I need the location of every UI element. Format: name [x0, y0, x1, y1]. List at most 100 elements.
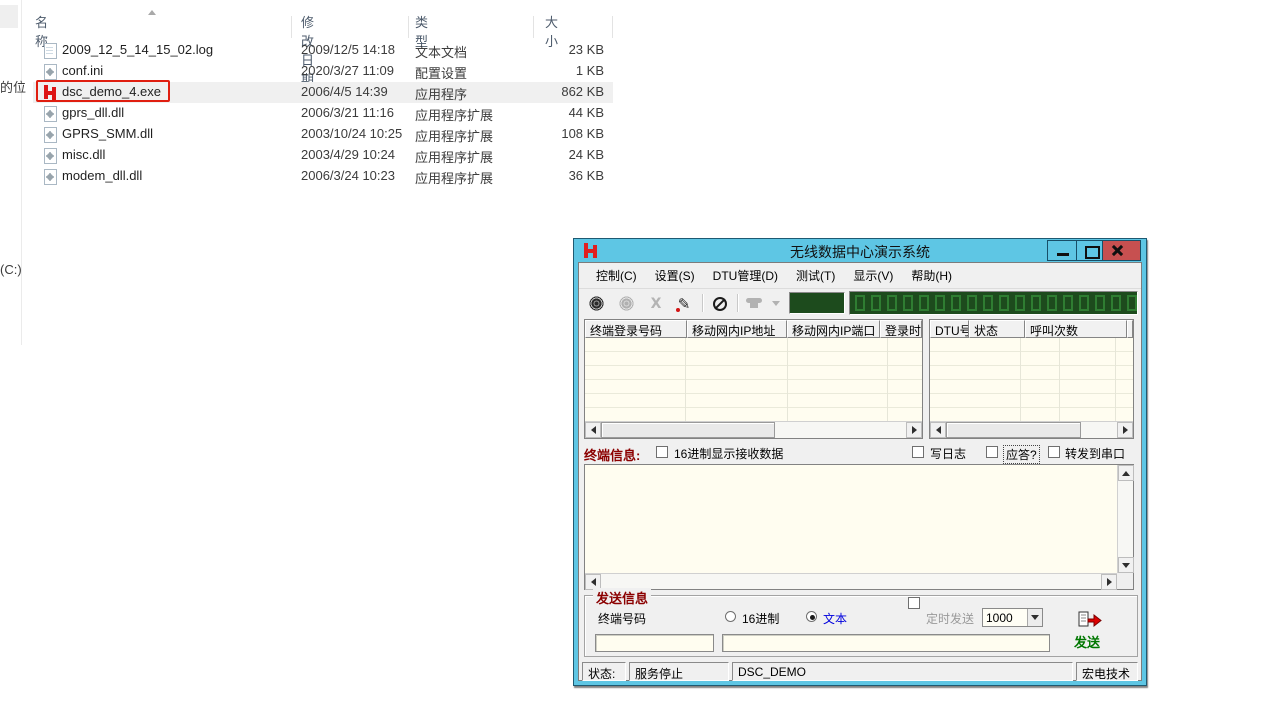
- menu-item[interactable]: DTU管理(D): [704, 264, 787, 287]
- file-type: 应用程序扩展: [415, 147, 493, 166]
- led-digit-cell: [951, 295, 961, 311]
- column-separator[interactable]: [533, 16, 534, 38]
- timed-send-label: 定时发送: [926, 610, 974, 627]
- table-column-header[interactable]: [1127, 320, 1133, 338]
- file-name[interactable]: modem_dll.dll: [62, 168, 142, 183]
- terminal-output-area: [584, 464, 1134, 590]
- file-name[interactable]: gprs_dll.dll: [62, 105, 124, 120]
- vertical-scrollbar[interactable]: [1117, 465, 1133, 573]
- scroll-right-button[interactable]: [1101, 574, 1117, 590]
- scroll-right-button[interactable]: [1117, 422, 1133, 438]
- led-digit-cell: [1015, 295, 1025, 311]
- send-button-label[interactable]: 发送: [1074, 632, 1100, 651]
- column-separator[interactable]: [291, 16, 292, 38]
- table-column-header[interactable]: DTU号码: [930, 320, 969, 338]
- file-row[interactable]: conf.ini 2020/3/27 11:09 配置设置 1 KB: [33, 61, 613, 82]
- led-digit-cell: [1031, 295, 1041, 311]
- table-column-header[interactable]: 呼叫次数: [1025, 320, 1127, 338]
- answer-checkbox[interactable]: [986, 446, 998, 458]
- combo-dropdown-button[interactable]: [1027, 609, 1042, 626]
- status-label: 状态:: [582, 662, 626, 681]
- scrollbar-thumb[interactable]: [946, 422, 1081, 438]
- scroll-down-button[interactable]: [1118, 557, 1134, 573]
- file-date: 2006/4/5 14:39: [301, 84, 388, 99]
- menu-item[interactable]: 设置(S): [646, 264, 704, 287]
- led-digit-cell: [983, 295, 993, 311]
- message-input[interactable]: [722, 634, 1050, 652]
- red-highlight-box: [36, 80, 170, 102]
- menu-bar: 控制(C) 设置(S) DTU管理(D) 测试(T) 显示(V) 帮助(H): [579, 263, 1141, 289]
- file-row[interactable]: 2009_12_5_14_15_02.log 2009/12/5 14:18 文…: [33, 40, 613, 61]
- terminal-info-bar: 终端信息: 16进制显示接收数据 写日志 应答? 转发到串口: [584, 445, 1135, 461]
- close-button[interactable]: [1102, 240, 1141, 261]
- file-type: 应用程序: [415, 84, 467, 103]
- toolbar: X ✎: [579, 290, 1141, 317]
- terminal-table-body[interactable]: [585, 338, 922, 421]
- interval-combobox[interactable]: 1000: [982, 608, 1043, 627]
- dial-button[interactable]: [741, 292, 767, 315]
- text-radio[interactable]: [806, 611, 817, 622]
- terminal-info-label: 终端信息:: [584, 445, 640, 464]
- file-name[interactable]: GPRS_SMM.dll: [62, 126, 153, 141]
- column-separator[interactable]: [408, 16, 409, 38]
- scroll-up-button[interactable]: [1118, 465, 1134, 481]
- file-explorer-panel: 的位 (C:) 名称 修改日期 类型 大小 2009_12_5_14_15_02…: [0, 0, 640, 340]
- hex-display-checkbox[interactable]: [656, 446, 668, 458]
- menu-item[interactable]: 测试(T): [787, 264, 844, 287]
- clear-button[interactable]: ✎: [671, 292, 697, 315]
- column-separator[interactable]: [612, 16, 613, 38]
- status-bar: 状态: 服务停止 DSC_DEMO 宏电技术: [582, 662, 1138, 681]
- horizontal-scrollbar[interactable]: [585, 421, 922, 438]
- table-column-header[interactable]: 移动网内IP地址: [687, 320, 787, 338]
- disconnect-button[interactable]: [613, 292, 639, 315]
- file-name[interactable]: misc.dll: [62, 147, 105, 162]
- led-digit-cell: [1063, 295, 1073, 311]
- led-digit-panel: [849, 291, 1138, 315]
- file-row[interactable]: GPRS_SMM.dll 2003/10/24 10:25 应用程序扩展 108…: [33, 124, 613, 145]
- toolbar-separator: [702, 294, 703, 312]
- maximize-button[interactable]: [1076, 240, 1103, 261]
- scroll-left-button[interactable]: [930, 422, 946, 438]
- file-row[interactable]: gprs_dll.dll 2006/3/21 11:16 应用程序扩展 44 K…: [33, 103, 613, 124]
- write-log-checkbox[interactable]: [912, 446, 924, 458]
- file-row[interactable]: modem_dll.dll 2006/3/24 10:23 应用程序扩展 36 …: [33, 166, 613, 187]
- log-file-icon: [44, 43, 57, 58]
- menu-item[interactable]: 控制(C): [587, 264, 646, 287]
- dtu-table-body[interactable]: [930, 338, 1133, 421]
- hex-radio[interactable]: [725, 611, 736, 622]
- company-name: 宏电技术: [1076, 662, 1138, 681]
- table-column-header[interactable]: 移动网内IP端口: [787, 320, 880, 338]
- text-radio-label: 文本: [823, 610, 847, 627]
- terminal-no-input[interactable]: [595, 634, 714, 652]
- dial-dropdown-button[interactable]: [768, 292, 784, 315]
- connect-button[interactable]: [583, 292, 609, 315]
- minimize-button[interactable]: [1047, 240, 1077, 261]
- timed-send-checkbox[interactable]: [908, 597, 920, 609]
- file-name[interactable]: conf.ini: [62, 63, 103, 78]
- file-type: 应用程序扩展: [415, 105, 493, 124]
- file-date: 2009/12/5 14:18: [301, 42, 395, 57]
- scrollbar-thumb[interactable]: [601, 422, 775, 438]
- terminal-output-text[interactable]: [585, 465, 1117, 573]
- led-digit-cell: [935, 295, 945, 311]
- titlebar[interactable]: 无线数据中心演示系统: [574, 239, 1146, 262]
- table-column-header[interactable]: 登录时: [880, 320, 922, 338]
- table-column-header[interactable]: 终端登录号码: [585, 320, 687, 338]
- led-digit-cell: [887, 295, 897, 311]
- file-row[interactable]: misc.dll 2003/4/29 10:24 应用程序扩展 24 KB: [33, 145, 613, 166]
- forward-serial-checkbox[interactable]: [1048, 446, 1060, 458]
- file-name[interactable]: 2009_12_5_14_15_02.log: [62, 42, 213, 57]
- menu-item[interactable]: 帮助(H): [902, 264, 961, 287]
- write-log-label: 写日志: [930, 445, 966, 462]
- horizontal-scrollbar[interactable]: [585, 573, 1117, 589]
- timer-button[interactable]: [707, 292, 733, 315]
- horizontal-scrollbar[interactable]: [930, 421, 1133, 438]
- scroll-left-button[interactable]: [585, 422, 601, 438]
- delete-button[interactable]: X: [643, 292, 669, 315]
- table-column-header[interactable]: 状态: [969, 320, 1025, 338]
- scroll-right-button[interactable]: [906, 422, 922, 438]
- led-digit-cell: [1127, 295, 1137, 311]
- pencil-icon: ✎: [678, 295, 691, 313]
- menu-item[interactable]: 显示(V): [844, 264, 902, 287]
- ini-file-icon: [44, 64, 57, 79]
